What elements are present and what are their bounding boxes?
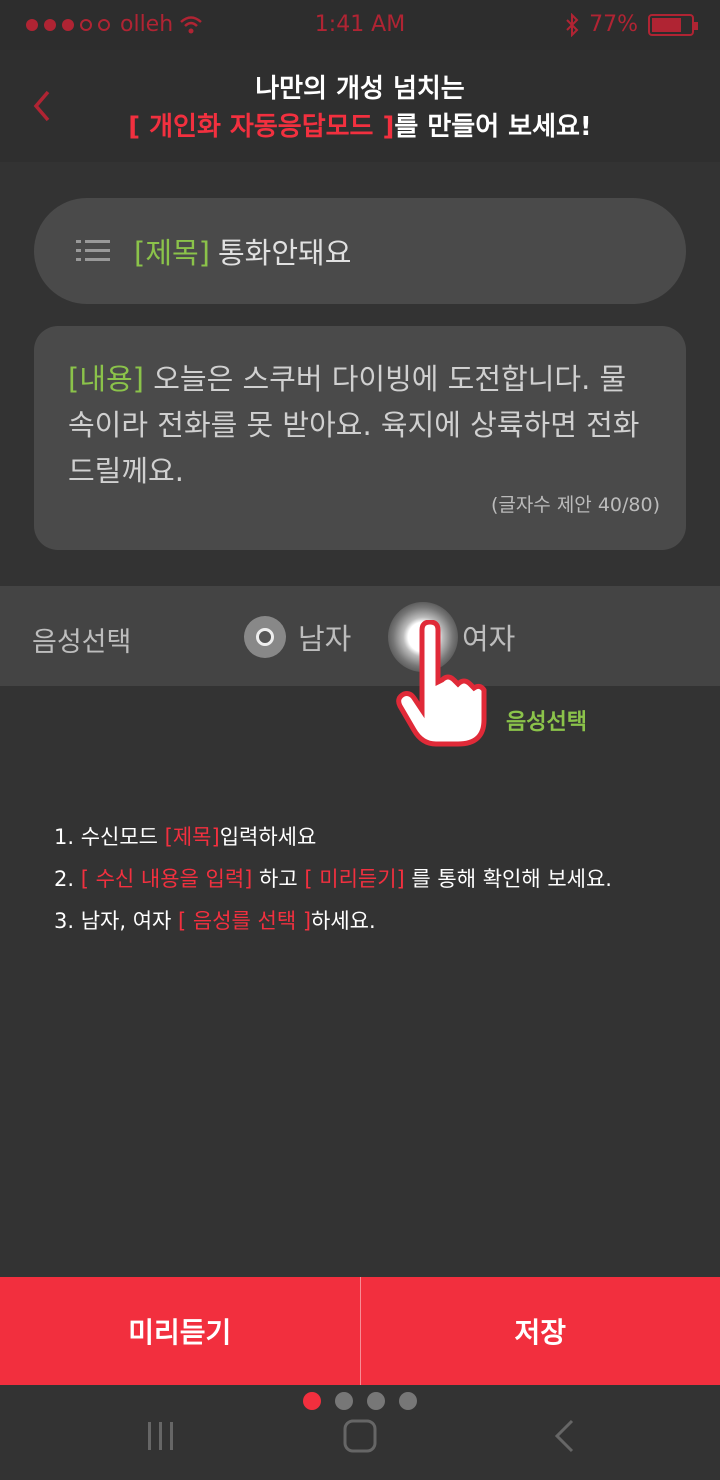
bottom-action-bar: 미리듣기 저장 bbox=[0, 1277, 720, 1385]
title-highlight: [ 개인화 자동응답모드 ] bbox=[128, 112, 395, 142]
battery-percent: 77% bbox=[589, 12, 638, 37]
instruction-item: 1. 수신모드 [제목]입력하세요 bbox=[54, 825, 317, 849]
radio-male-label: 남자 bbox=[298, 622, 352, 656]
status-right: 77% bbox=[565, 12, 698, 37]
hand-pointer-icon bbox=[396, 620, 487, 747]
preview-button[interactable]: 미리듣기 bbox=[0, 1277, 360, 1385]
char-counter: (글자수 제안 40/80) bbox=[490, 494, 660, 516]
system-nav-bar bbox=[0, 1400, 720, 1480]
header: 나만의 개성 넘치는 [ 개인화 자동응답모드 ]를 만들어 보세요! bbox=[0, 50, 720, 162]
instructions-list: 1. 수신모드 [제목]입력하세요 2. [ 수신 내용을 입력] 하고 [ 미… bbox=[54, 816, 612, 942]
title-input[interactable]: [제목] 통화안돼요 bbox=[34, 198, 686, 304]
voice-label: 음성선택 bbox=[32, 627, 132, 658]
bluetooth-icon bbox=[566, 12, 579, 37]
title-line1: 나만의 개성 넘치는 bbox=[255, 74, 465, 104]
content-input[interactable]: [내용] 오늘은 스쿠버 다이빙에 도전합니다. 물속이라 전화를 못 받아요.… bbox=[34, 326, 686, 550]
title-line2-rest: 를 만들어 보세요! bbox=[394, 112, 592, 142]
instruction-item: 2. [ 수신 내용을 입력] 하고 [ 미리듣기] 를 통해 확인해 보세요. bbox=[54, 867, 612, 891]
battery-icon bbox=[648, 13, 698, 36]
radio-icon bbox=[244, 616, 286, 658]
title-value: 통화안돼요 bbox=[218, 236, 352, 270]
nav-back-icon[interactable] bbox=[552, 1418, 576, 1454]
recent-apps-icon[interactable] bbox=[144, 1418, 178, 1454]
content-text: 오늘은 스쿠버 다이빙에 도전합니다. 물속이라 전화를 못 받아요. 육지에 … bbox=[68, 362, 640, 488]
radio-male[interactable]: 남자 bbox=[244, 616, 351, 658]
home-icon[interactable] bbox=[342, 1418, 378, 1454]
title-tag: [제목] bbox=[134, 236, 210, 270]
save-button[interactable]: 저장 bbox=[361, 1277, 720, 1385]
voice-selection-row: 음성선택 남자 여자 bbox=[0, 586, 720, 686]
content-tag: [내용] bbox=[68, 362, 144, 396]
status-bar: olleh 1:41 AM 77% bbox=[0, 0, 720, 50]
list-icon bbox=[76, 240, 110, 261]
instruction-item: 3. 남자, 여자 [ 음성를 선택 ]하세요. bbox=[54, 909, 376, 933]
voice-hint-label: 음성선택 bbox=[506, 710, 587, 735]
page-title: 나만의 개성 넘치는 [ 개인화 자동응답모드 ]를 만들어 보세요! bbox=[0, 70, 720, 146]
title-line2: [ 개인화 자동응답모드 ]를 만들어 보세요! bbox=[0, 108, 720, 146]
